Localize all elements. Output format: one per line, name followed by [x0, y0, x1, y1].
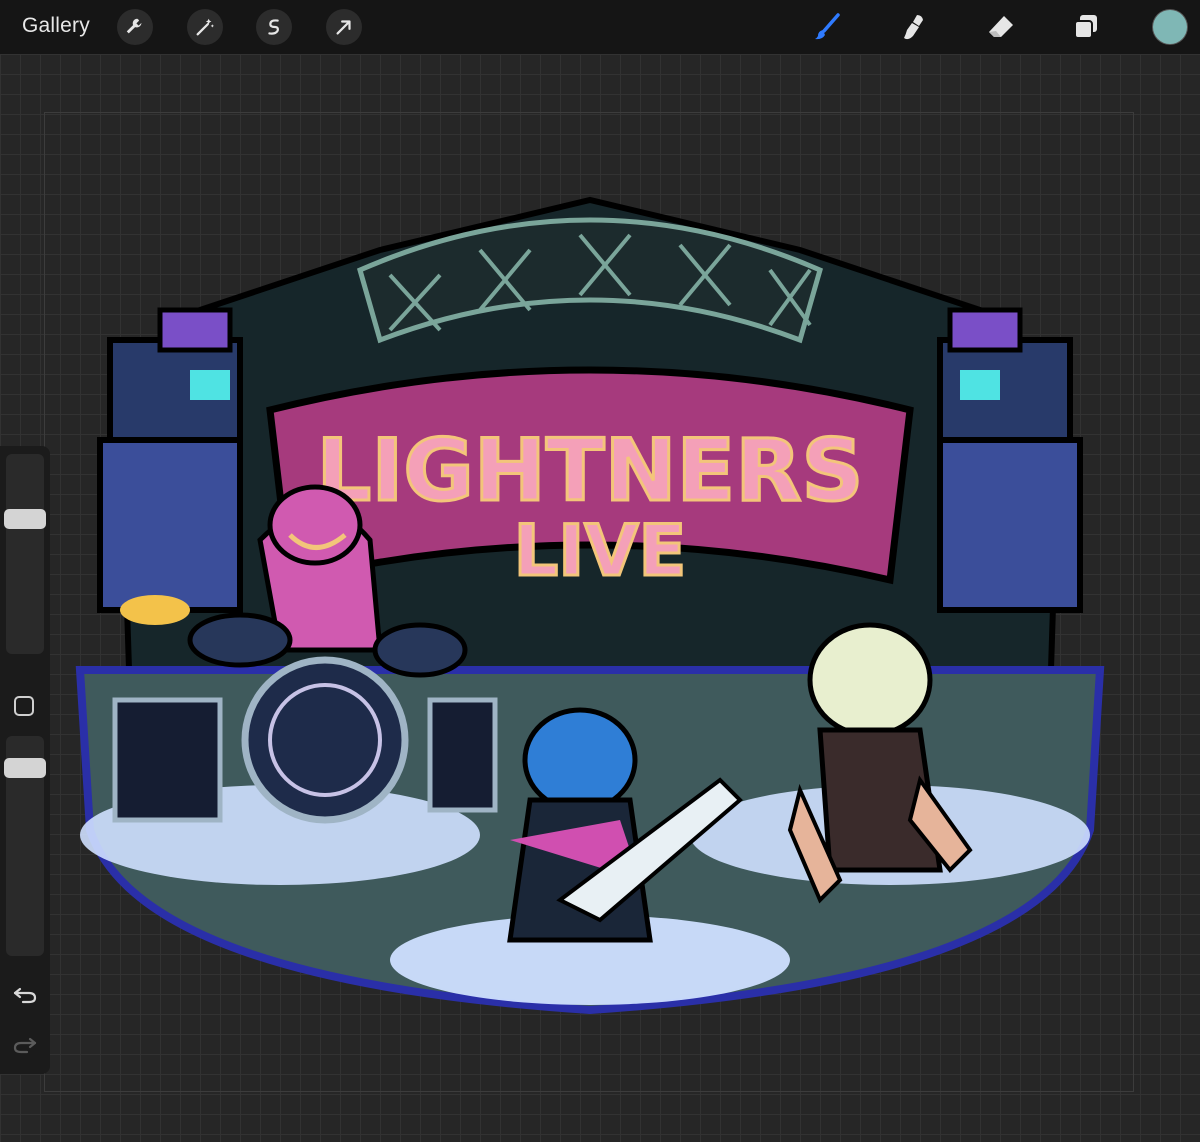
speaker-right-3 — [937, 437, 1083, 613]
brush-size-slider[interactable] — [6, 454, 44, 654]
brush-size-thumb[interactable] — [4, 509, 46, 529]
speaker-right-1 — [937, 337, 1073, 453]
transform-arrow-icon[interactable] — [326, 9, 362, 45]
wrench-icon[interactable] — [117, 9, 153, 45]
sign-line-2: LIVE — [514, 510, 687, 592]
speaker-left-3 — [97, 437, 243, 613]
sign-line-1: LIGHTNERS — [317, 421, 864, 521]
left-sidebar — [0, 446, 50, 1074]
selection-icon[interactable] — [256, 9, 292, 45]
undo-icon[interactable] — [12, 980, 38, 1006]
gallery-button[interactable]: Gallery — [22, 14, 90, 38]
light-cyan-left — [190, 370, 230, 400]
magic-wand-icon[interactable] — [187, 9, 223, 45]
redo-icon[interactable] — [12, 1030, 38, 1056]
modify-square-icon[interactable] — [14, 696, 34, 716]
smudge-icon[interactable] — [897, 10, 931, 44]
eraser-icon[interactable] — [984, 10, 1018, 44]
top-toolbar: Gallery — [0, 0, 1200, 54]
artwork-illustration[interactable]: LIGHTNERS LIVE — [60, 180, 1120, 1040]
speaker-left-2 — [157, 307, 233, 353]
brush-icon[interactable] — [810, 10, 844, 44]
opacity-thumb[interactable] — [4, 758, 46, 778]
layers-icon[interactable] — [1069, 10, 1103, 44]
color-picker-swatch[interactable] — [1153, 10, 1187, 44]
speaker-right-2 — [947, 307, 1023, 353]
light-cyan-right — [960, 370, 1000, 400]
